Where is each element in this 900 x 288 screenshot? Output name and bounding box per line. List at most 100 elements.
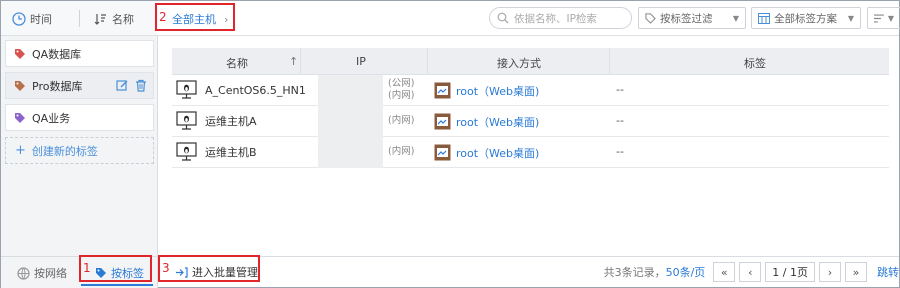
annotation-number-1: 1 bbox=[83, 261, 91, 275]
ip-type-public: (公网) bbox=[388, 78, 415, 89]
ip-type-private: (内网) bbox=[388, 115, 415, 126]
ip-type-labels: (公网) (内网) bbox=[388, 78, 414, 102]
host-name-cell: 运维主机A bbox=[176, 111, 257, 131]
sort-time-label: 时间 bbox=[30, 13, 52, 26]
record-count: 共3条记录， bbox=[603, 266, 666, 279]
tag-item-qa-db[interactable]: QA数据库 bbox=[5, 40, 154, 67]
tag-cell: -- bbox=[616, 83, 624, 96]
column-header-name[interactable]: 名称 bbox=[226, 55, 248, 71]
column-divider bbox=[300, 48, 301, 75]
plus-icon: + bbox=[15, 143, 26, 158]
tag-item-pro-db[interactable]: Pro数据库 bbox=[5, 72, 154, 99]
tag-filter-dropdown[interactable]: 按标签过滤 ▼ bbox=[638, 7, 746, 29]
tab-by-network[interactable]: 按网络 bbox=[17, 264, 67, 282]
first-page-button[interactable]: « bbox=[713, 262, 736, 282]
ip-type-labels: (内网) bbox=[388, 115, 414, 127]
tag-item-qa-biz[interactable]: QA业务 bbox=[5, 104, 154, 131]
chevron-down-icon: ▼ bbox=[732, 13, 739, 23]
tag-scheme-dropdown[interactable]: 全部标签方案 ▼ bbox=[751, 7, 861, 29]
page-size-select[interactable]: 50条/页 bbox=[666, 266, 706, 279]
access-method-link[interactable]: root（Web桌面) bbox=[434, 144, 539, 161]
sort-name-label: 名称 bbox=[112, 13, 134, 26]
web-desktop-icon bbox=[434, 113, 451, 130]
annotation-number-2: 2 bbox=[159, 10, 167, 24]
host-name-cell: 运维主机B bbox=[176, 142, 257, 162]
ip-type-private: (内网) bbox=[388, 90, 415, 101]
host-name[interactable]: 运维主机A bbox=[205, 113, 257, 129]
access-method-label[interactable]: root（Web桌面) bbox=[456, 114, 539, 130]
column-header-access: 接入方式 bbox=[497, 57, 541, 70]
tag-icon bbox=[15, 80, 25, 91]
sort-by-name[interactable]: 名称 bbox=[94, 11, 134, 27]
table-row[interactable]: 运维主机B (内网) root（Web桌面) -- bbox=[172, 137, 889, 168]
jump-link[interactable]: 跳转 bbox=[877, 264, 899, 280]
create-tag-button[interactable]: + 创建新的标签 bbox=[5, 137, 154, 164]
host-name-cell: A_CentOS6.5_HN1 bbox=[176, 80, 306, 100]
tag-sidebar: 时间 名称 QA数据库 Pro数据库 QA业务 + 创建新的标签 bbox=[1, 1, 158, 256]
tag-icon bbox=[15, 112, 25, 123]
pagination: 共3条记录，50条/页 « ‹ 1 / 1页 › » 跳转 bbox=[604, 262, 899, 282]
create-tag-label: 创建新的标签 bbox=[31, 144, 98, 158]
tab-by-network-label: 按网络 bbox=[34, 267, 67, 280]
search-placeholder: 依据名称、IP检索 bbox=[514, 12, 597, 25]
tag-scheme-label: 全部标签方案 bbox=[774, 12, 837, 25]
tag-filter-label: 按标签过滤 bbox=[660, 12, 713, 25]
sort-by-time[interactable]: 时间 bbox=[12, 11, 52, 27]
next-page-button[interactable]: › bbox=[819, 262, 841, 282]
access-method-label[interactable]: root（Web桌面) bbox=[456, 145, 539, 161]
chevron-down-icon: ▼ bbox=[847, 13, 854, 23]
toolbar: 全部主机 › 依据名称、IP检索 按标签过滤 ▼ 全部标签方案 ▼ ▼ bbox=[158, 1, 900, 36]
sort-divider bbox=[79, 10, 80, 27]
edit-icon[interactable] bbox=[116, 79, 129, 92]
table-header: 名称 ↑ IP 接入方式 标签 bbox=[172, 48, 889, 75]
clock-icon bbox=[12, 12, 26, 26]
column-header-ip: IP bbox=[356, 55, 366, 68]
sort-az-icon bbox=[94, 14, 106, 25]
ip-type-labels: (内网) bbox=[388, 146, 414, 158]
tag-cell: -- bbox=[616, 114, 624, 127]
host-name[interactable]: A_CentOS6.5_HN1 bbox=[205, 84, 306, 97]
ip-redacted bbox=[318, 137, 383, 168]
network-icon bbox=[17, 266, 30, 280]
tag-actions bbox=[116, 79, 147, 92]
table-row[interactable]: 运维主机A (内网) root（Web桌面) -- bbox=[172, 106, 889, 137]
linux-host-icon bbox=[176, 111, 197, 130]
search-input[interactable]: 依据名称、IP检索 bbox=[489, 7, 632, 29]
list-view-dropdown[interactable]: ▼ bbox=[867, 7, 900, 29]
active-tab-indicator bbox=[81, 284, 153, 286]
chevron-down-icon: ▼ bbox=[887, 13, 894, 23]
tag-outline-icon bbox=[645, 12, 656, 24]
annotation-box-3 bbox=[158, 255, 260, 282]
access-method-label[interactable]: root（Web桌面) bbox=[456, 83, 539, 99]
tag-label: Pro数据库 bbox=[32, 79, 83, 93]
annotation-number-3: 3 bbox=[162, 261, 170, 275]
table-row[interactable]: A_CentOS6.5_HN1 (公网) (内网) root（Web桌面) -- bbox=[172, 75, 889, 106]
page-indicator: 1 / 1页 bbox=[765, 262, 815, 282]
sort-asc-icon[interactable]: ↑ bbox=[289, 55, 298, 68]
access-method-link[interactable]: root（Web桌面) bbox=[434, 82, 539, 99]
search-icon bbox=[497, 12, 509, 24]
web-desktop-icon bbox=[434, 144, 451, 161]
ip-redacted bbox=[318, 106, 383, 137]
annotation-box-2 bbox=[155, 3, 235, 31]
sort-bar: 时间 名称 bbox=[1, 1, 158, 36]
trash-icon[interactable] bbox=[135, 79, 147, 92]
tag-icon bbox=[15, 48, 25, 59]
linux-host-icon bbox=[176, 80, 197, 99]
prev-page-button[interactable]: ‹ bbox=[739, 262, 762, 282]
host-name[interactable]: 运维主机B bbox=[205, 144, 257, 160]
tag-label: QA业务 bbox=[32, 111, 71, 125]
tag-cell: -- bbox=[616, 145, 624, 158]
ip-type-private: (内网) bbox=[388, 146, 415, 157]
column-divider bbox=[427, 48, 428, 75]
access-method-link[interactable]: root（Web桌面) bbox=[434, 113, 539, 130]
linux-host-icon bbox=[176, 142, 197, 161]
ip-redacted bbox=[318, 75, 383, 106]
last-page-button[interactable]: » bbox=[845, 262, 867, 282]
list-icon bbox=[874, 13, 884, 23]
pager-info: 共3条记录，50条/页 bbox=[604, 264, 706, 280]
tag-label: QA数据库 bbox=[32, 47, 82, 61]
column-divider bbox=[609, 48, 610, 75]
calendar-grid-icon bbox=[758, 12, 770, 24]
column-header-tags: 标签 bbox=[744, 57, 766, 70]
